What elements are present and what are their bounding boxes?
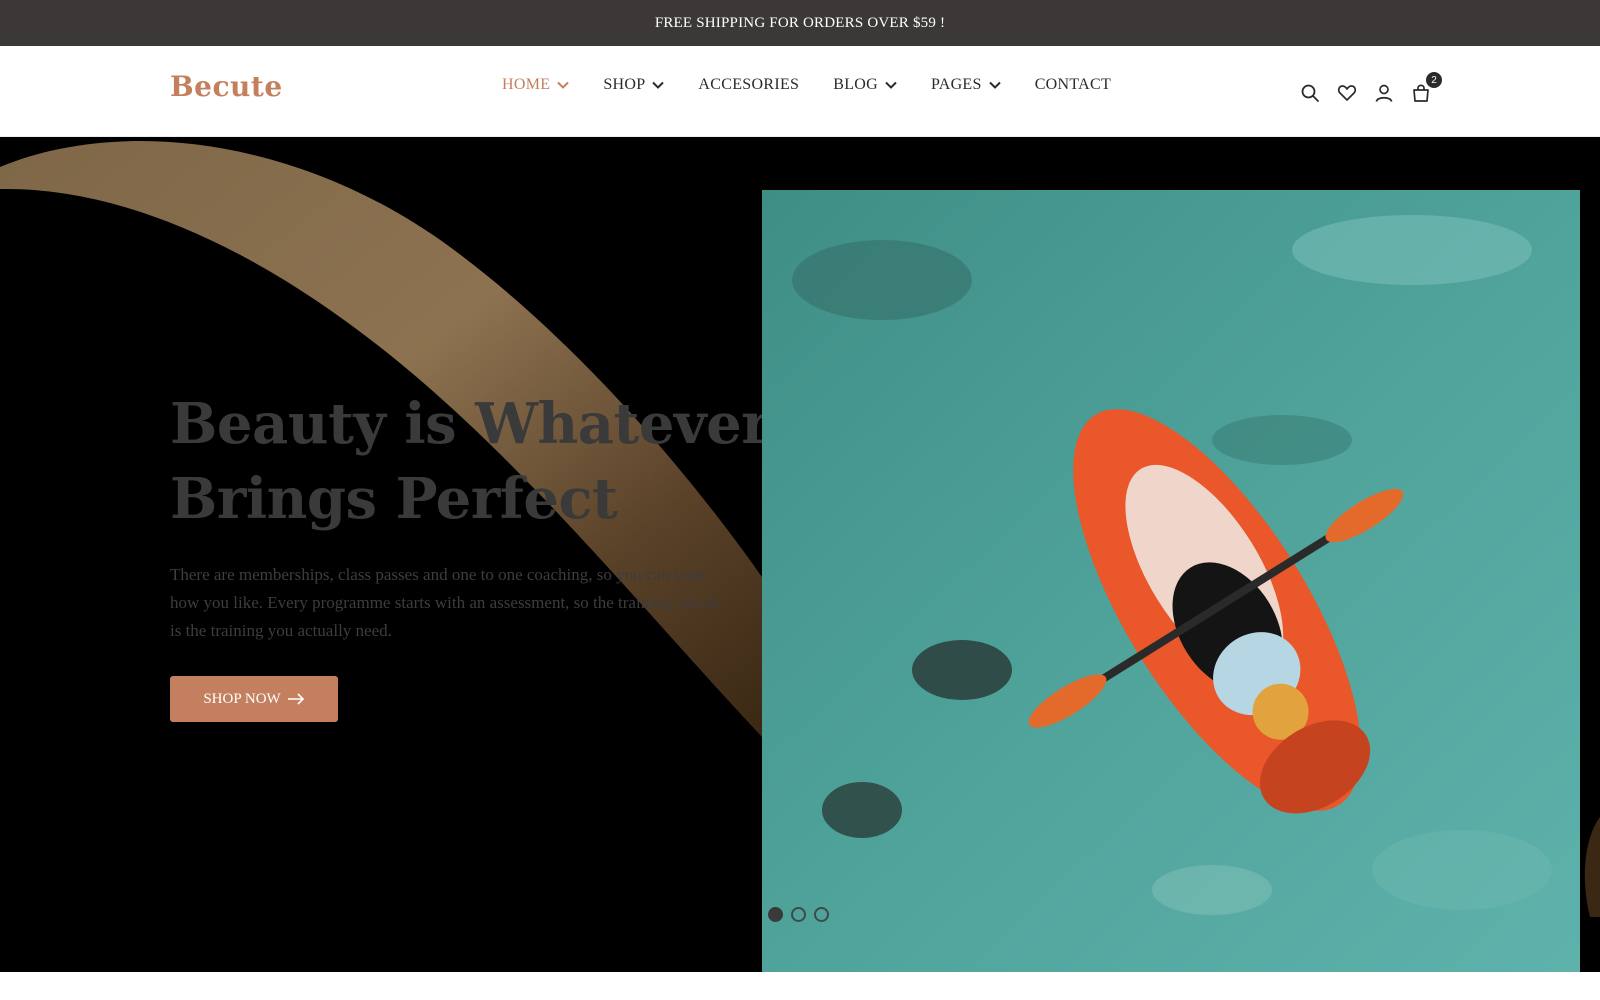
cart-icon[interactable]: 2	[1409, 72, 1442, 105]
nav-item-label: BLOG	[833, 76, 878, 93]
arrow-right-icon	[287, 693, 304, 705]
search-icon[interactable]	[1298, 81, 1322, 105]
hero-headline-line-2: Brings Perfect	[170, 466, 618, 532]
site-header: Becute HOME SHOP ACCESORIES BLOG PAGES C…	[0, 46, 1600, 137]
chevron-down-icon	[557, 81, 570, 89]
announcement-text: FREE SHIPPING FOR ORDERS OVER $59 !	[654, 14, 946, 31]
main-nav: HOME SHOP ACCESORIES BLOG PAGES CONTACT	[502, 76, 1145, 94]
nav-item-contact[interactable]: CONTACT	[1035, 76, 1111, 94]
nav-item-blog[interactable]: BLOG	[833, 76, 897, 94]
nav-item-label: PAGES	[930, 76, 982, 93]
nav-item-accesories[interactable]: ACCESORIES	[698, 76, 799, 94]
chevron-down-icon	[988, 81, 1001, 89]
slider-dot-1[interactable]	[768, 907, 783, 922]
nav-item-label: CONTACT	[1034, 76, 1112, 93]
slider-pagination	[768, 907, 837, 922]
heart-icon[interactable]	[1335, 81, 1359, 105]
hero-description: There are memberships, class passes and …	[170, 565, 722, 640]
header-icons: 2	[1298, 72, 1446, 105]
slider-dot-2[interactable]	[791, 907, 806, 922]
nav-item-shop[interactable]: SHOP	[603, 76, 665, 94]
hero-headline-line-1: Beauty is Whatever	[170, 391, 771, 457]
chevron-down-icon	[885, 81, 897, 89]
shop-now-button[interactable]: SHOP NOW	[170, 676, 338, 722]
decorative-edge-shape	[1584, 817, 1600, 917]
nav-item-label: ACCESORIES	[698, 76, 800, 93]
user-icon[interactable]	[1372, 81, 1396, 105]
decorative-swoosh	[0, 141, 762, 737]
hero-headline: Beauty is Whatever Brings Perfect	[170, 387, 790, 537]
chevron-down-icon	[652, 81, 665, 89]
slider-dot-3[interactable]	[814, 907, 829, 922]
nav-item-home[interactable]: HOME	[502, 76, 570, 94]
hero-slider: Beauty is Whatever Brings Perfect There …	[0, 137, 1600, 972]
cart-count-badge: 2	[1426, 72, 1442, 88]
announcement-bar: FREE SHIPPING FOR ORDERS OVER $59 !	[0, 0, 1600, 46]
nav-item-pages[interactable]: PAGES	[931, 76, 1001, 94]
nav-item-label: SHOP	[603, 76, 646, 93]
hero-image-kayak	[762, 190, 1580, 972]
shop-now-label: SHOP NOW	[203, 690, 281, 707]
site-logo[interactable]: Becute	[170, 70, 283, 103]
nav-item-label: HOME	[502, 76, 551, 93]
